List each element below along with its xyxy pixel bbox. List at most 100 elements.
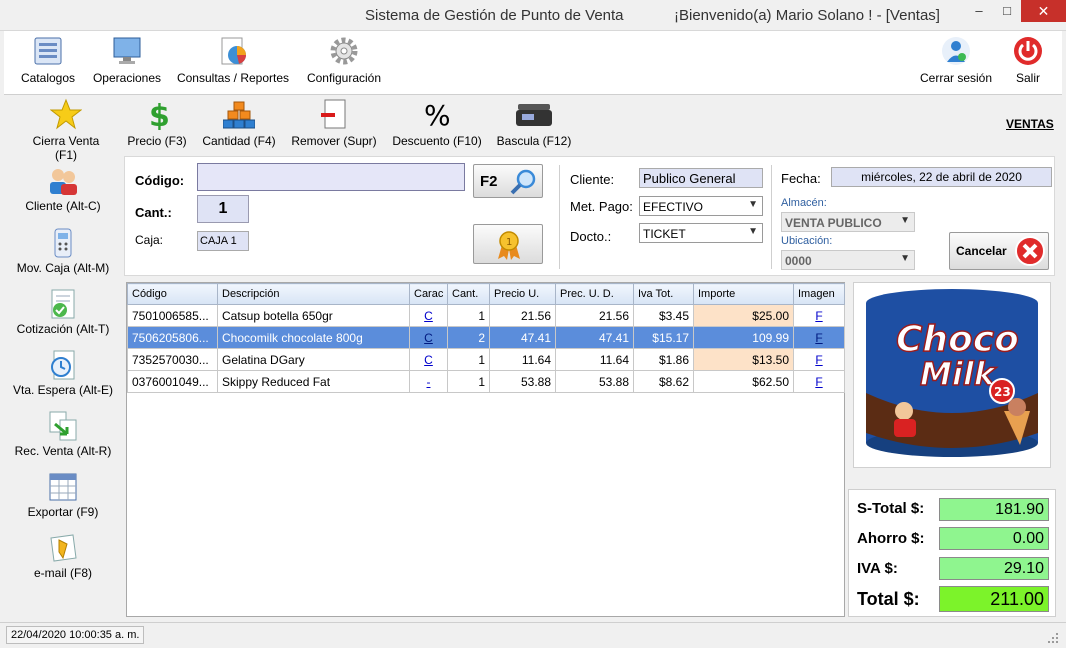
ubicacion-label: Ubicación: [781,235,833,247]
table-cell-codigo: 7352570030... [127,348,218,371]
cantidad-button[interactable]: Cantidad (F4) [200,98,278,148]
table-cell-iva: $1.86 [633,348,694,371]
ahorro-label: Ahorro $: [857,530,925,547]
column-header[interactable]: Cant. [447,283,490,305]
menu-operaciones[interactable]: Operaciones [92,35,162,85]
table-cell-desc: Skippy Reduced Fat [217,370,410,393]
power-icon [1012,35,1044,67]
cierra-venta-button[interactable]: Cierra Venta (F1) [20,98,112,162]
medal-button[interactable]: 1 [473,224,543,264]
fecha-field[interactable]: miércoles, 22 de abril de 2020 [831,167,1052,187]
maximize-button[interactable]: □ [994,0,1020,22]
rec-venta-button[interactable]: Rec. Venta (Alt-R) [4,410,122,458]
cotizacion-button[interactable]: Cotización (Alt-T) [4,288,122,336]
column-header[interactable]: Imagen [793,283,845,305]
spreadsheet-icon [47,471,79,503]
column-header[interactable]: Carac [409,283,448,305]
cotizacion-label: Cotización (Alt-T) [16,322,110,336]
table-row[interactable]: 7506205806... Chocomilk chocolate 800g C 2 4… [127,326,845,349]
table-cell-cant: 1 [447,304,490,327]
codigo-input[interactable] [197,163,465,191]
percent-icon: % [421,98,453,132]
menu-catalogos[interactable]: Catalogos [20,35,76,85]
table-row[interactable]: 7352570030... Gelatina DGary C 1 11.64 11.64 $… [127,348,845,371]
table-cell-carac[interactable]: C [409,348,448,371]
table-cell-imagen[interactable]: F [793,370,845,393]
table-row[interactable]: 7501006585... Catsup botella 650gr C 1 21.56… [127,304,845,327]
menu-cerrar-sesion[interactable]: Cerrar sesión [918,35,994,85]
divider [559,165,560,269]
cantidad-field[interactable]: 1 [197,195,249,223]
metpago-select[interactable]: EFECTIVO ▼ [639,196,763,216]
svg-text:1: 1 [506,237,512,248]
f2-search-button[interactable]: F2 [473,164,543,198]
column-header[interactable]: Descripción [217,283,410,305]
column-header[interactable]: Precio U. [489,283,556,305]
table-cell-cant: 1 [447,370,490,393]
table-cell-carac[interactable]: C [409,304,448,327]
cliente-button[interactable]: Cliente (Alt-C) [4,165,122,213]
product-brand-line1: Choco [896,319,1019,360]
table-body: 7501006585... Catsup botella 650gr C 1 21.56… [127,304,845,393]
sale-header-panel: Código: Cant.: 1 Caja: CAJA 1 F2 1 Clien… [124,156,1055,276]
table-cell-imagen[interactable]: F [793,348,845,371]
ventas-link[interactable]: VENTAS [1006,117,1054,131]
totals-panel: S-Total $: 181.90 Ahorro $: 0.00 IVA $: … [848,489,1056,617]
column-header[interactable]: Código [127,283,218,305]
table-cell-importe: $25.00 [693,304,794,327]
close-window-button[interactable]: ✕ [1021,0,1066,22]
mov-caja-button[interactable]: Mov. Caja (Alt-M) [4,227,122,275]
almacen-label: Almacén: [781,197,827,209]
menu-consultas[interactable]: Consultas / Reportes [176,35,290,85]
minimize-button[interactable]: – [966,0,992,22]
mail-icon [47,532,79,564]
table-cell-desc: Catsup botella 650gr [217,304,410,327]
exportar-button[interactable]: Exportar (F9) [4,471,122,519]
column-header[interactable]: Prec. U. D. [555,283,634,305]
table-cell-iva: $8.62 [633,370,694,393]
dollar-icon: $ [141,98,173,134]
descuento-button[interactable]: % Descuento (F10) [392,98,482,148]
codigo-label: Código: [135,173,185,188]
table-header-row: Código Descripción Carac Cant. Precio U. Prec… [127,283,845,305]
precio-button[interactable]: $ Precio (F3) [126,98,188,148]
table-cell-carac[interactable]: - [409,370,448,393]
rec-venta-label: Rec. Venta (Alt-R) [14,444,112,458]
product-brand-line2: Milk [920,355,997,393]
table-cell-desc: Gelatina DGary [217,348,410,371]
descuento-label: Descuento (F10) [392,134,482,148]
table-cell-precio: 47.41 [489,326,556,349]
remover-label: Remover (Supr) [291,134,377,148]
vta-espera-button[interactable]: Vta. Espera (Alt-E) [4,349,122,397]
docto-select[interactable]: TICKET ▼ [639,223,763,243]
cliente-field[interactable]: Publico General [639,168,763,188]
cancel-x-icon [1015,236,1045,266]
almacen-value: VENTA PUBLICO [785,216,882,230]
menu-configuracion[interactable]: Configuración [304,35,384,85]
cant-label: Cant.: [135,205,172,220]
sales-toolbar: Cierra Venta (F1) $ Precio (F3) Cantidad… [4,96,1062,162]
remover-button[interactable]: Remover (Supr) [290,98,378,148]
table-cell-codigo: 0376001049... [127,370,218,393]
gear-icon [328,35,360,67]
table-row[interactable]: 0376001049... Skippy Reduced Fat -1 53.88 53… [127,370,845,393]
table-cell-imagen[interactable]: F [793,326,845,349]
table-cell-precio: 21.56 [489,304,556,327]
column-header[interactable]: Iva Tot. [633,283,694,305]
table-cell-codigo: 7506205806... [127,326,218,349]
menu-salir-label: Salir [1015,71,1040,85]
resize-grip-icon[interactable] [1046,631,1060,645]
table-cell-precud: 47.41 [555,326,634,349]
column-header[interactable]: Importe [693,283,794,305]
table-cell-importe: $62.50 [693,370,794,393]
menu-salir[interactable]: Salir [1008,35,1048,85]
cancelar-button[interactable]: Cancelar [949,232,1049,270]
sale-items-grid[interactable]: Código Descripción Carac Cant. Precio U. Prec… [126,282,845,617]
total-label: Total $: [857,589,920,609]
email-button[interactable]: e-mail (F8) [4,532,122,580]
table-cell-imagen[interactable]: F [793,304,845,327]
table-cell-carac[interactable]: C [409,326,448,349]
welcome-text: ¡Bienvenido(a) Mario Solano ! - [Ventas] [674,7,940,24]
bascula-button[interactable]: Bascula (F12) [496,98,572,148]
product-image-panel: Choco Milk 23 [853,282,1051,468]
